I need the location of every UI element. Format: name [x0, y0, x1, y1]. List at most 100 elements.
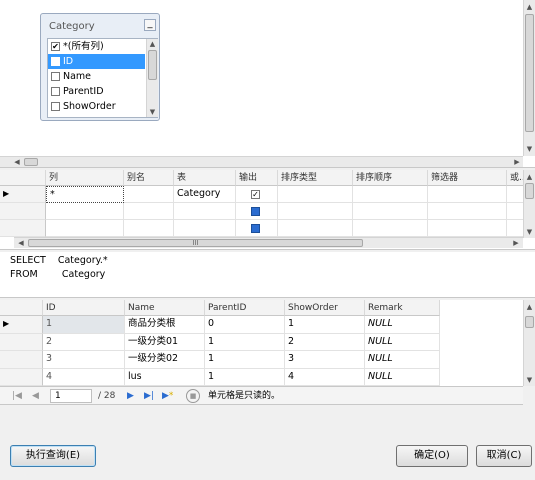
result-cell[interactable]: 一级分类01: [125, 333, 205, 351]
diagram-pane[interactable]: Category _ ✔ *(所有列) ID Name ParentID ShowOrde…: [0, 0, 535, 168]
criteria-cell[interactable]: [124, 220, 174, 237]
scroll-thumb[interactable]: [148, 50, 157, 80]
scroll-down-arrow-icon[interactable]: ▼: [524, 144, 535, 154]
result-row-header[interactable]: [0, 351, 43, 369]
result-cell[interactable]: lus: [125, 368, 205, 386]
result-cell[interactable]: 1: [205, 333, 285, 351]
criteria-cell[interactable]: [353, 186, 428, 203]
scroll-down-arrow-icon[interactable]: ▼: [524, 375, 535, 385]
new-record-icon[interactable]: ▶*: [162, 388, 173, 404]
scroll-up-arrow-icon[interactable]: ▲: [524, 302, 535, 312]
scroll-right-arrow-icon[interactable]: ▶: [511, 238, 521, 248]
column-list-item[interactable]: ID: [48, 54, 145, 69]
result-cell[interactable]: 3: [285, 351, 365, 369]
scroll-thumb[interactable]: [24, 158, 38, 166]
previous-record-icon[interactable]: ◀: [32, 388, 39, 404]
result-cell[interactable]: 3: [43, 351, 125, 369]
result-cell[interactable]: 1: [285, 316, 365, 334]
criteria-cell[interactable]: [46, 220, 124, 237]
criteria-cell[interactable]: Category: [174, 186, 236, 203]
result-column-header[interactable]: ID: [43, 300, 125, 316]
table-box-category[interactable]: Category _ ✔ *(所有列) ID Name ParentID ShowOrde…: [40, 13, 160, 121]
checkbox[interactable]: [51, 87, 60, 96]
checkbox[interactable]: [51, 102, 60, 111]
criteria-pane[interactable]: 列别名表输出 排序类型 排序顺序 筛选器 或... ▶ * Category ✓ ▲ ▼ ◀ I…: [0, 170, 535, 250]
criteria-cell[interactable]: [353, 220, 428, 237]
result-column-header[interactable]: ShowOrder: [285, 300, 365, 316]
criteria-column-header[interactable]: 输出: [236, 170, 278, 186]
diagram-horizontal-scrollbar[interactable]: ◀ ▶: [0, 156, 523, 167]
result-cell[interactable]: NULL: [365, 368, 440, 386]
current-record-input[interactable]: 1: [50, 389, 92, 403]
ok-button[interactable]: 确定(O): [396, 445, 468, 467]
cancel-button[interactable]: 取消(C): [476, 445, 532, 467]
column-list-item[interactable]: ✔ *(所有列): [48, 39, 145, 54]
checkbox[interactable]: [51, 72, 60, 81]
criteria-row-header[interactable]: [0, 203, 46, 220]
criteria-cell[interactable]: [174, 220, 236, 237]
result-cell[interactable]: 一级分类02: [125, 351, 205, 369]
result-cell[interactable]: 4: [43, 368, 125, 386]
scroll-down-arrow-icon[interactable]: ▼: [524, 227, 535, 237]
result-column-header[interactable]: ParentID: [205, 300, 285, 316]
criteria-cell[interactable]: [46, 203, 124, 220]
criteria-cell[interactable]: [428, 220, 507, 237]
result-column-header[interactable]: Remark: [365, 300, 440, 316]
result-cell[interactable]: 4: [285, 368, 365, 386]
criteria-cell[interactable]: [236, 203, 278, 220]
sql-pane[interactable]: SELECT Category.* FROM Category: [0, 252, 535, 298]
scroll-left-arrow-icon[interactable]: ◀: [12, 157, 22, 167]
criteria-cell[interactable]: [278, 186, 353, 203]
criteria-column-header[interactable]: 排序类型: [278, 170, 353, 186]
result-cell[interactable]: 1: [205, 368, 285, 386]
scroll-up-arrow-icon[interactable]: ▲: [524, 2, 535, 12]
scroll-thumb[interactable]: [525, 14, 534, 132]
results-vertical-scrollbar[interactable]: ▲ ▼: [523, 300, 535, 386]
stop-icon[interactable]: ■: [186, 389, 200, 403]
criteria-vertical-scrollbar[interactable]: ▲ ▼: [523, 170, 535, 238]
criteria-cell[interactable]: [428, 203, 507, 220]
result-cell[interactable]: NULL: [365, 333, 440, 351]
result-cell[interactable]: 1: [205, 351, 285, 369]
scroll-thumb[interactable]: [525, 316, 534, 328]
criteria-cell[interactable]: [124, 203, 174, 220]
result-cell[interactable]: 2: [43, 333, 125, 351]
criteria-cell[interactable]: [124, 186, 174, 203]
first-record-icon[interactable]: |◀: [12, 388, 22, 404]
column-list-item[interactable]: ShowOrder: [48, 99, 145, 114]
criteria-cell[interactable]: *: [46, 186, 124, 203]
result-cell[interactable]: 0: [205, 316, 285, 334]
criteria-cell[interactable]: [428, 186, 507, 203]
last-record-icon[interactable]: ▶|: [144, 388, 154, 404]
next-record-icon[interactable]: ▶: [127, 388, 134, 404]
criteria-column-header[interactable]: 筛选器: [428, 170, 507, 186]
scroll-left-arrow-icon[interactable]: ◀: [16, 238, 26, 248]
criteria-cell[interactable]: [278, 220, 353, 237]
column-list-scrollbar[interactable]: ▲ ▼: [146, 39, 158, 117]
minimize-button[interactable]: _: [144, 19, 156, 31]
result-row-header[interactable]: [0, 333, 43, 351]
output-checkbox-icon[interactable]: [251, 207, 260, 216]
column-list[interactable]: ✔ *(所有列) ID Name ParentID ShowOrder ▲ ▼: [47, 38, 158, 118]
criteria-row-header[interactable]: ▶: [0, 186, 46, 203]
scroll-up-arrow-icon[interactable]: ▲: [524, 172, 535, 182]
criteria-cell[interactable]: [236, 220, 278, 237]
column-list-item[interactable]: ParentID: [48, 84, 145, 99]
scroll-down-arrow-icon[interactable]: ▼: [147, 107, 158, 117]
criteria-column-header[interactable]: 表: [174, 170, 236, 186]
criteria-column-header[interactable]: 排序顺序: [353, 170, 428, 186]
output-checkbox-icon[interactable]: [251, 224, 260, 233]
output-checkbox[interactable]: ✓: [251, 190, 260, 199]
checked-checkbox-icon[interactable]: ✔: [51, 42, 60, 51]
diagram-vertical-scrollbar[interactable]: ▲ ▼: [523, 0, 535, 156]
scroll-up-arrow-icon[interactable]: ▲: [147, 39, 158, 49]
result-cell[interactable]: 商品分类根: [125, 316, 205, 334]
result-cell[interactable]: 2: [285, 333, 365, 351]
criteria-column-header[interactable]: 列: [46, 170, 124, 186]
criteria-row-header[interactable]: [0, 220, 46, 237]
criteria-column-header[interactable]: 别名: [124, 170, 174, 186]
criteria-horizontal-scrollbar[interactable]: ◀ III ▶: [14, 237, 523, 248]
column-list-item[interactable]: Name: [48, 69, 145, 84]
checkbox[interactable]: [51, 57, 60, 66]
scroll-thumb[interactable]: III: [28, 239, 363, 247]
